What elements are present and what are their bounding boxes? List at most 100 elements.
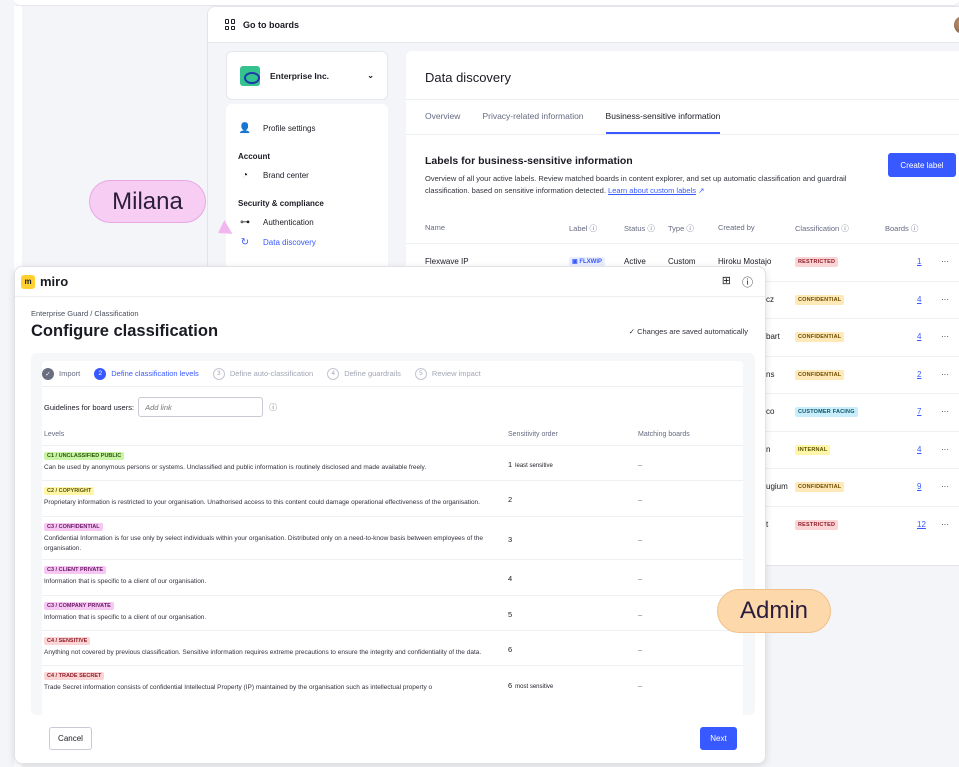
- create-label-button[interactable]: Create label: [888, 153, 956, 177]
- col-created: Created by: [718, 223, 755, 232]
- col-label: Label ⓘ: [569, 224, 597, 233]
- tab-business-sensitive[interactable]: Business-sensitive information: [605, 100, 721, 134]
- table-header: Name Label ⓘ Status ⓘ Type ⓘ Created by …: [406, 223, 959, 243]
- list-item[interactable]: C3 / CLIENT PRIVATE Information that is s…: [42, 559, 743, 595]
- classification-badge: CONFIDENTIAL: [795, 369, 845, 380]
- col-levels: Levels: [44, 431, 65, 438]
- guidelines-link-input[interactable]: [138, 397, 264, 417]
- more-options-icon[interactable]: ···: [941, 257, 949, 266]
- matching-boards: –: [638, 459, 643, 469]
- boards-count-link[interactable]: 2: [917, 370, 921, 379]
- boards-count-link[interactable]: 4: [917, 445, 921, 454]
- sidebar-item-authentication[interactable]: ⊶ Authentication: [238, 212, 376, 232]
- more-options-icon[interactable]: ···: [941, 445, 949, 454]
- list-item[interactable]: C4 / SENSITIVE Anything not covered by pr…: [42, 630, 743, 665]
- list-item[interactable]: C3 / COMPANY PRIVATE Information that is …: [42, 595, 743, 630]
- sensitivity-order: 4: [508, 574, 515, 583]
- help-icon[interactable]: ⓘ: [742, 274, 753, 290]
- list-item[interactable]: C1 / UNCLASSIFIED PUBLIC Can be used by a…: [42, 445, 743, 480]
- list-item[interactable]: C3 / CONFIDENTIAL Confidential Informatio…: [42, 516, 743, 559]
- go-to-boards-label: Go to boards: [243, 19, 299, 30]
- label-chip: ▣ FLXWIP: [569, 257, 606, 266]
- tab-privacy[interactable]: Privacy-related information: [482, 100, 583, 134]
- matching-boards: –: [638, 574, 643, 583]
- level-chip: C4 / SENSITIVE: [44, 637, 91, 645]
- sensitivity-order: 5: [508, 610, 515, 619]
- col-sensitivity-order: Sensitivity order: [508, 431, 558, 438]
- list-item[interactable]: C4 / TRADE SECRET Trade Secret informatio…: [42, 665, 743, 703]
- wizard-card: ✓ Import 2 Define classification levels 3D…: [31, 353, 755, 715]
- row-created-by: bart: [766, 332, 780, 341]
- more-options-icon[interactable]: ···: [941, 520, 949, 529]
- wizard-content: ✓ Import 2 Define classification levels 3D…: [42, 361, 743, 715]
- sidebar-item-label: Profile settings: [263, 123, 316, 133]
- key-icon: ⊶: [240, 216, 250, 228]
- col-boards: Boards ⓘ: [885, 224, 919, 233]
- row-status: Active: [624, 257, 646, 266]
- step-guardrails[interactable]: 4 Define guardrails: [327, 367, 401, 380]
- cancel-button[interactable]: Cancel: [49, 727, 92, 750]
- more-options-icon[interactable]: ···: [941, 370, 949, 379]
- boards-count-link[interactable]: 4: [917, 332, 921, 341]
- list-item[interactable]: C2 / COPYRIGHT Proprietary information is…: [42, 480, 743, 516]
- level-chip: C3 / CLIENT PRIVATE: [44, 566, 107, 574]
- labels-title: Labels for business-sensitive informatio…: [425, 155, 633, 167]
- learn-link[interactable]: Learn about custom labels: [608, 186, 696, 195]
- tab-overview[interactable]: Overview: [425, 100, 460, 134]
- level-description: Confidential Information is for use only…: [44, 535, 483, 552]
- level-description: Information that is specific to a client…: [44, 614, 207, 621]
- guidelines-row: Guidelines for board users: ⓘ: [44, 397, 277, 417]
- boards-count-link[interactable]: 4: [917, 295, 921, 304]
- row-name: Flexwave IP: [425, 257, 469, 266]
- sidebar-item-data-discovery[interactable]: ↻ Data discovery: [238, 232, 376, 252]
- step-label: Define classification levels: [111, 369, 199, 378]
- sidebar-item-profile[interactable]: 👤 Profile settings: [238, 118, 376, 138]
- boards-count-link[interactable]: 12: [917, 520, 926, 529]
- order-value: 1: [508, 459, 513, 469]
- go-to-boards-button[interactable]: Go to boards: [208, 7, 959, 43]
- order-value: 6: [508, 644, 513, 654]
- page-title: Data discovery: [406, 51, 959, 100]
- classification-badge: CONFIDENTIAL: [795, 332, 845, 342]
- level-description: Can be used by anonymous persons or syst…: [44, 464, 427, 471]
- step-auto-classification[interactable]: 3 Define auto-classification: [212, 367, 313, 380]
- info-icon[interactable]: ⓘ: [269, 402, 277, 413]
- tab-bar: Overview Privacy-related information Bus…: [406, 100, 959, 135]
- sidebar-item-label: Authentication: [263, 217, 314, 227]
- user-icon: 👤: [238, 122, 252, 134]
- step-label: Import: [59, 369, 81, 378]
- more-options-icon[interactable]: ···: [941, 407, 949, 416]
- classification-badge: RESTRICTED: [795, 519, 839, 530]
- org-selector[interactable]: Enterprise Inc. ⌄: [226, 51, 388, 100]
- step-import[interactable]: ✓ Import: [42, 367, 81, 380]
- step-number: 3: [212, 367, 225, 380]
- more-options-icon[interactable]: ···: [941, 482, 949, 491]
- palette-icon: ◔: [241, 169, 249, 181]
- org-name: Enterprise Inc.: [270, 70, 330, 81]
- apps-grid-icon[interactable]: ⊞: [722, 274, 731, 290]
- level-chip: C4 / TRADE SECRET: [44, 672, 105, 680]
- col-status: Status ⓘ: [624, 224, 655, 233]
- step-review-impact[interactable]: 5 Review impact: [414, 367, 481, 380]
- boards-grid-icon: [225, 19, 236, 30]
- row-type: Custom: [668, 257, 696, 266]
- autosave-status: ✓ Changes are saved automatically: [629, 327, 748, 336]
- boards-count-link[interactable]: 7: [917, 407, 921, 416]
- matching-boards: –: [638, 534, 643, 544]
- step-define-levels[interactable]: 2 Define classification levels: [94, 367, 199, 380]
- more-options-icon[interactable]: ···: [941, 332, 949, 341]
- discovery-icon: ↻: [240, 236, 250, 248]
- order-value: 3: [508, 534, 513, 544]
- boards-count-link[interactable]: 9: [917, 482, 921, 491]
- more-options-icon[interactable]: ···: [941, 295, 949, 304]
- boards-count-link[interactable]: 1: [917, 257, 921, 266]
- col-classification: Classification ⓘ: [795, 224, 849, 233]
- miro-topbar: m miro ⊞ ⓘ: [15, 267, 765, 297]
- next-button[interactable]: Next: [700, 727, 737, 750]
- sidebar-item-brand-center[interactable]: ◔ Brand center: [238, 165, 376, 185]
- matching-boards: –: [638, 495, 643, 504]
- miro-logo-icon: m: [21, 274, 35, 289]
- milana-cursor-label: Milana: [89, 180, 206, 223]
- row-created-by: co: [766, 407, 775, 416]
- sidebar-heading-account: Account: [238, 152, 270, 161]
